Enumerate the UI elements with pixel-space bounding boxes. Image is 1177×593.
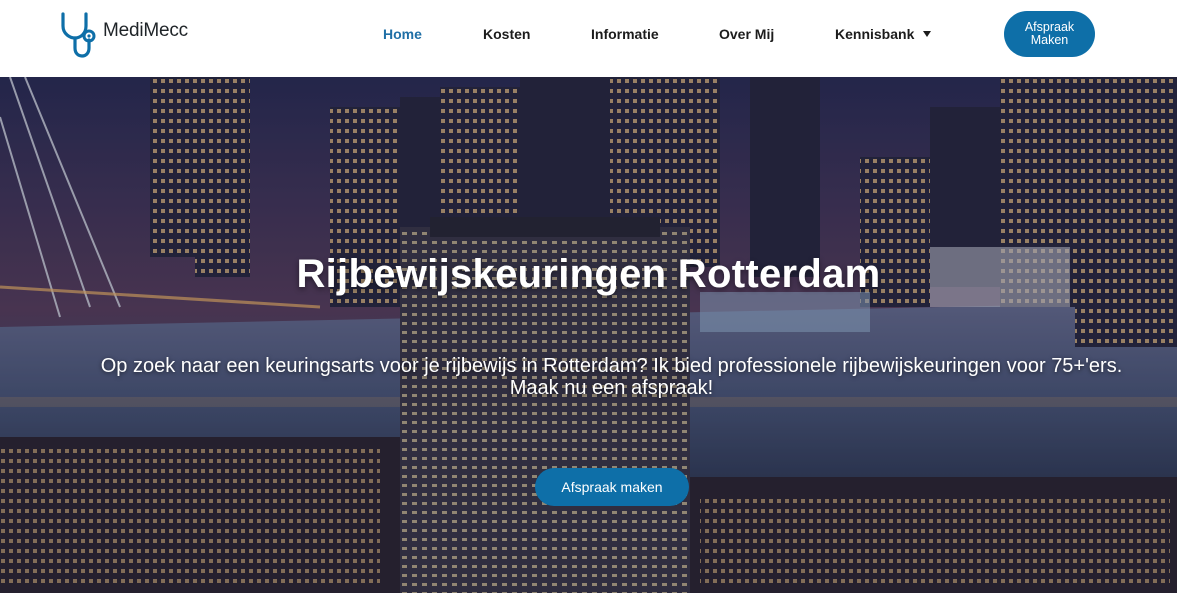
nav-kennisbank-label: Kennisbank [835, 26, 915, 42]
nav-kosten[interactable]: Kosten [483, 26, 530, 42]
hero-overlay [0, 77, 1177, 593]
nav-kennisbank[interactable]: Kennisbank [835, 26, 932, 42]
afspraak-maken-header-button[interactable]: Afspraak Maken [1004, 11, 1095, 57]
hero-section: Rijbewijskeuringen Rotterdam Op zoek naa… [0, 77, 1177, 593]
site-header: MediMecc Home Kosten Informatie Over Mij… [0, 0, 1177, 77]
afspraak-maken-button[interactable]: Afspraak maken [535, 468, 689, 506]
main-nav: Home Kosten Informatie Over Mij Kennisba… [0, 0, 1177, 70]
nav-over-mij[interactable]: Over Mij [719, 26, 774, 42]
hero-subtitle: Op zoek naar een keuringsarts voor je ri… [100, 355, 1123, 399]
caret-down-icon [923, 31, 932, 37]
hero-title: Rijbewijskeuringen Rotterdam [296, 252, 881, 296]
nav-informatie[interactable]: Informatie [591, 26, 659, 42]
nav-home[interactable]: Home [383, 26, 422, 42]
